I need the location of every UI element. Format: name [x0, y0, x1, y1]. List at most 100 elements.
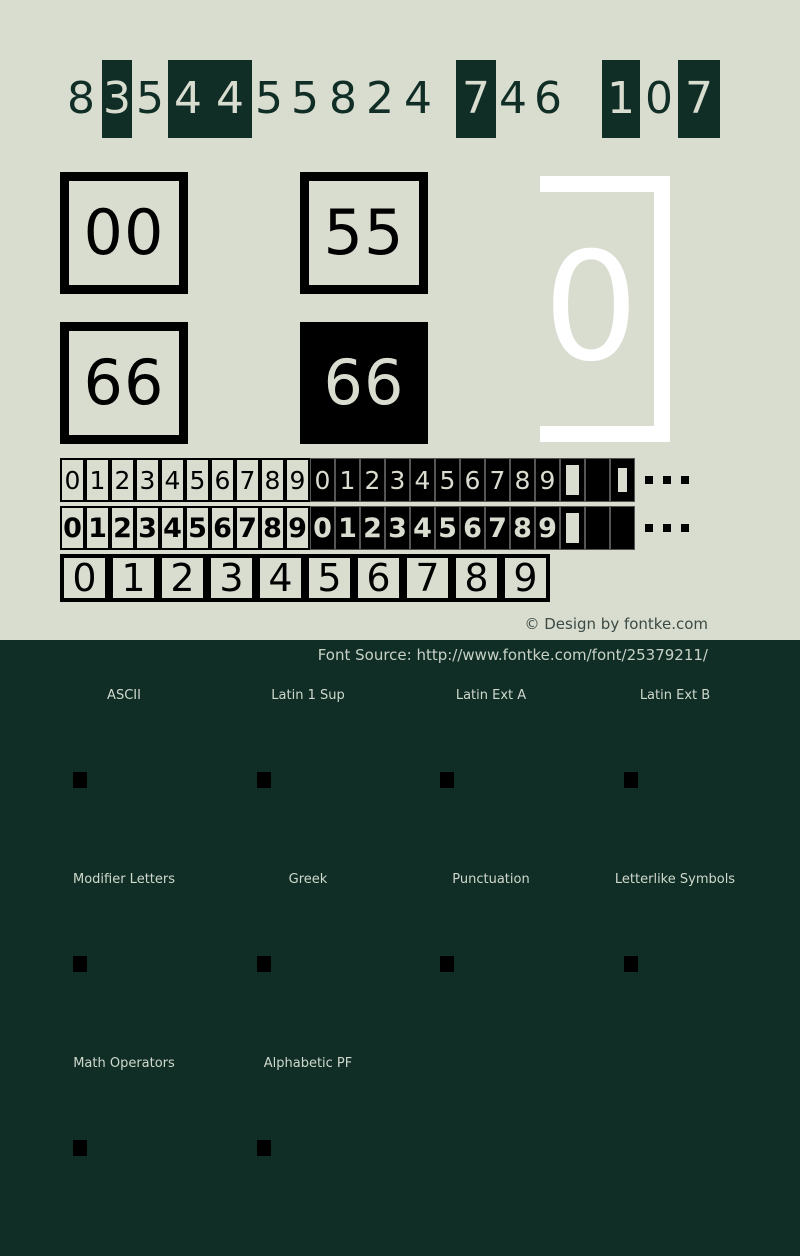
strip-digit-cell: 1 — [85, 506, 110, 550]
digit-strip-bold: 01234567890123456789 — [60, 506, 689, 550]
banner-digit-cell: 8 — [324, 60, 362, 138]
strip-digit-cell: 9 — [535, 458, 560, 502]
strip-digit-cell: 5 — [185, 506, 210, 550]
glyph-box-55: 55 — [300, 172, 428, 294]
strip-digit-cell: 7 — [485, 506, 510, 550]
coverage-block-label: Modifier Letters — [72, 872, 176, 887]
coverage-block-marker — [73, 1140, 87, 1156]
specimen-panel: 8354455824 746 107 00 55 66 66 0 0123456… — [0, 0, 800, 640]
strip-digit-cell — [610, 506, 635, 550]
strip-digit-cell: 8 — [260, 458, 285, 502]
strip-digit-cell: 5 — [435, 458, 460, 502]
strip-digit-cell: 7 — [235, 506, 260, 550]
banner-digit-cell: 6 — [530, 60, 566, 138]
glyph-box-00: 00 — [60, 172, 188, 294]
coverage-block-label: Greek — [288, 872, 328, 887]
ellipsis-dot — [663, 524, 671, 532]
strip-digit-cell: 0 — [310, 458, 335, 502]
coverage-block[interactable]: Math Operators — [32, 1048, 216, 1232]
strip-digit-cell: 0 — [60, 506, 85, 550]
coverage-block[interactable] — [399, 1048, 583, 1232]
strip-digit-cell: 9 — [501, 554, 550, 602]
strip-digit-cell: 3 — [385, 458, 410, 502]
bracket-frame-zero: 0 — [540, 176, 670, 442]
strip-digit-cell: 9 — [285, 458, 310, 502]
strip-digit-cell: 7 — [403, 554, 452, 602]
coverage-block-marker — [624, 956, 638, 972]
coverage-block[interactable]: Modifier Letters — [32, 864, 216, 1048]
coverage-block-label: ASCII — [107, 688, 141, 703]
strip-digit-cell: 3 — [135, 506, 160, 550]
strip-digit-cell: 0 — [310, 506, 335, 550]
coverage-block-marker — [257, 772, 271, 788]
strip-digit-cell — [560, 506, 585, 550]
glyph-box-66-filled: 66 — [300, 322, 428, 444]
strip-digit-cell: 7 — [485, 458, 510, 502]
banner-digit-cell: 4 — [168, 60, 208, 138]
banner-digit-cell: 5 — [132, 60, 168, 138]
bracket-top-bar — [540, 176, 670, 192]
glyph-box-66-outline: 66 — [60, 322, 188, 444]
coverage-block-label: Latin Ext A — [455, 688, 527, 703]
strip-digit-cell: 6 — [210, 458, 235, 502]
banner-digit-cell: 5 — [252, 60, 286, 138]
banner-digit-cell: 5 — [286, 60, 324, 138]
bracket-right-bar — [654, 176, 670, 442]
coverage-block[interactable]: Latin Ext A — [399, 680, 583, 864]
coverage-block-marker — [257, 1140, 271, 1156]
strip-digit-cell: 2 — [360, 506, 385, 550]
strip-digit-cell: 4 — [410, 506, 435, 550]
banner-digit-cell: 4 — [496, 60, 530, 138]
coverage-block[interactable]: Punctuation — [399, 864, 583, 1048]
banner-digit-cell: 7 — [678, 60, 720, 138]
strip-digit-cell: 5 — [185, 458, 210, 502]
strip-digit-cell: 6 — [210, 506, 235, 550]
strip-digit-cell: 2 — [110, 506, 135, 550]
digit-banner-secondary: 746 107 — [456, 60, 720, 138]
coverage-block[interactable]: Greek — [216, 864, 400, 1048]
strip-ellipsis — [635, 506, 689, 550]
strip-digit-cell: 4 — [160, 458, 185, 502]
strip-digit-cell: 1 — [335, 458, 360, 502]
banner-digit-cell: 2 — [362, 60, 398, 138]
strip-digit-cell: 1 — [85, 458, 110, 502]
ellipsis-dot — [681, 524, 689, 532]
coverage-row-3: Math Operators Alphabetic PF — [0, 1048, 800, 1232]
strip-digit-cell: 2 — [158, 554, 207, 602]
banner-digit-cell: 4 — [398, 60, 438, 138]
strip-digit-cell: 1 — [335, 506, 360, 550]
coverage-block-marker — [440, 772, 454, 788]
strip-digit-cell: 6 — [460, 506, 485, 550]
coverage-block[interactable] — [583, 1048, 767, 1232]
strip-digit-cell: 8 — [452, 554, 501, 602]
banner-digit-cell: 0 — [640, 60, 678, 138]
coverage-block-marker — [624, 772, 638, 788]
banner-digit-cell: 8 — [60, 60, 102, 138]
coverage-block[interactable]: Letterlike Symbols — [583, 864, 767, 1048]
coverage-block-marker — [73, 772, 87, 788]
strip-digit-cell: 6 — [354, 554, 403, 602]
coverage-block[interactable]: Latin Ext B — [583, 680, 767, 864]
coverage-block[interactable]: Alphabetic PF — [216, 1048, 400, 1232]
strip-digit-cell: 2 — [360, 458, 385, 502]
strip-digit-cell — [610, 458, 635, 502]
coverage-block[interactable]: ASCII — [32, 680, 216, 864]
strip-digit-cell: 0 — [60, 554, 109, 602]
strip-digit-cell: 4 — [256, 554, 305, 602]
coverage-block[interactable]: Latin 1 Sup — [216, 680, 400, 864]
coverage-block-label: Latin 1 Sup — [271, 688, 345, 703]
coverage-block-label: Alphabetic PF — [263, 1056, 353, 1071]
banner-digit-cell: 4 — [208, 60, 252, 138]
digit-strip-regular: 01234567890123456789 — [60, 458, 689, 502]
coverage-block-label: Letterlike Symbols — [614, 872, 736, 887]
strip-digit-cell: 9 — [285, 506, 310, 550]
coverage-row-2: Modifier Letters Greek Punctuation Letterli… — [0, 864, 800, 1048]
ellipsis-dot — [681, 476, 689, 484]
strip-digit-cell: 5 — [305, 554, 354, 602]
bracket-digit-zero: 0 — [543, 221, 639, 395]
strip-digit-cell: 6 — [460, 458, 485, 502]
strip-digit-cell: 2 — [110, 458, 135, 502]
digit-strip-large: 0123456789 — [60, 554, 550, 602]
digit-banner-primary: 8354455824 — [60, 60, 438, 138]
strip-digit-cell: 0 — [60, 458, 85, 502]
